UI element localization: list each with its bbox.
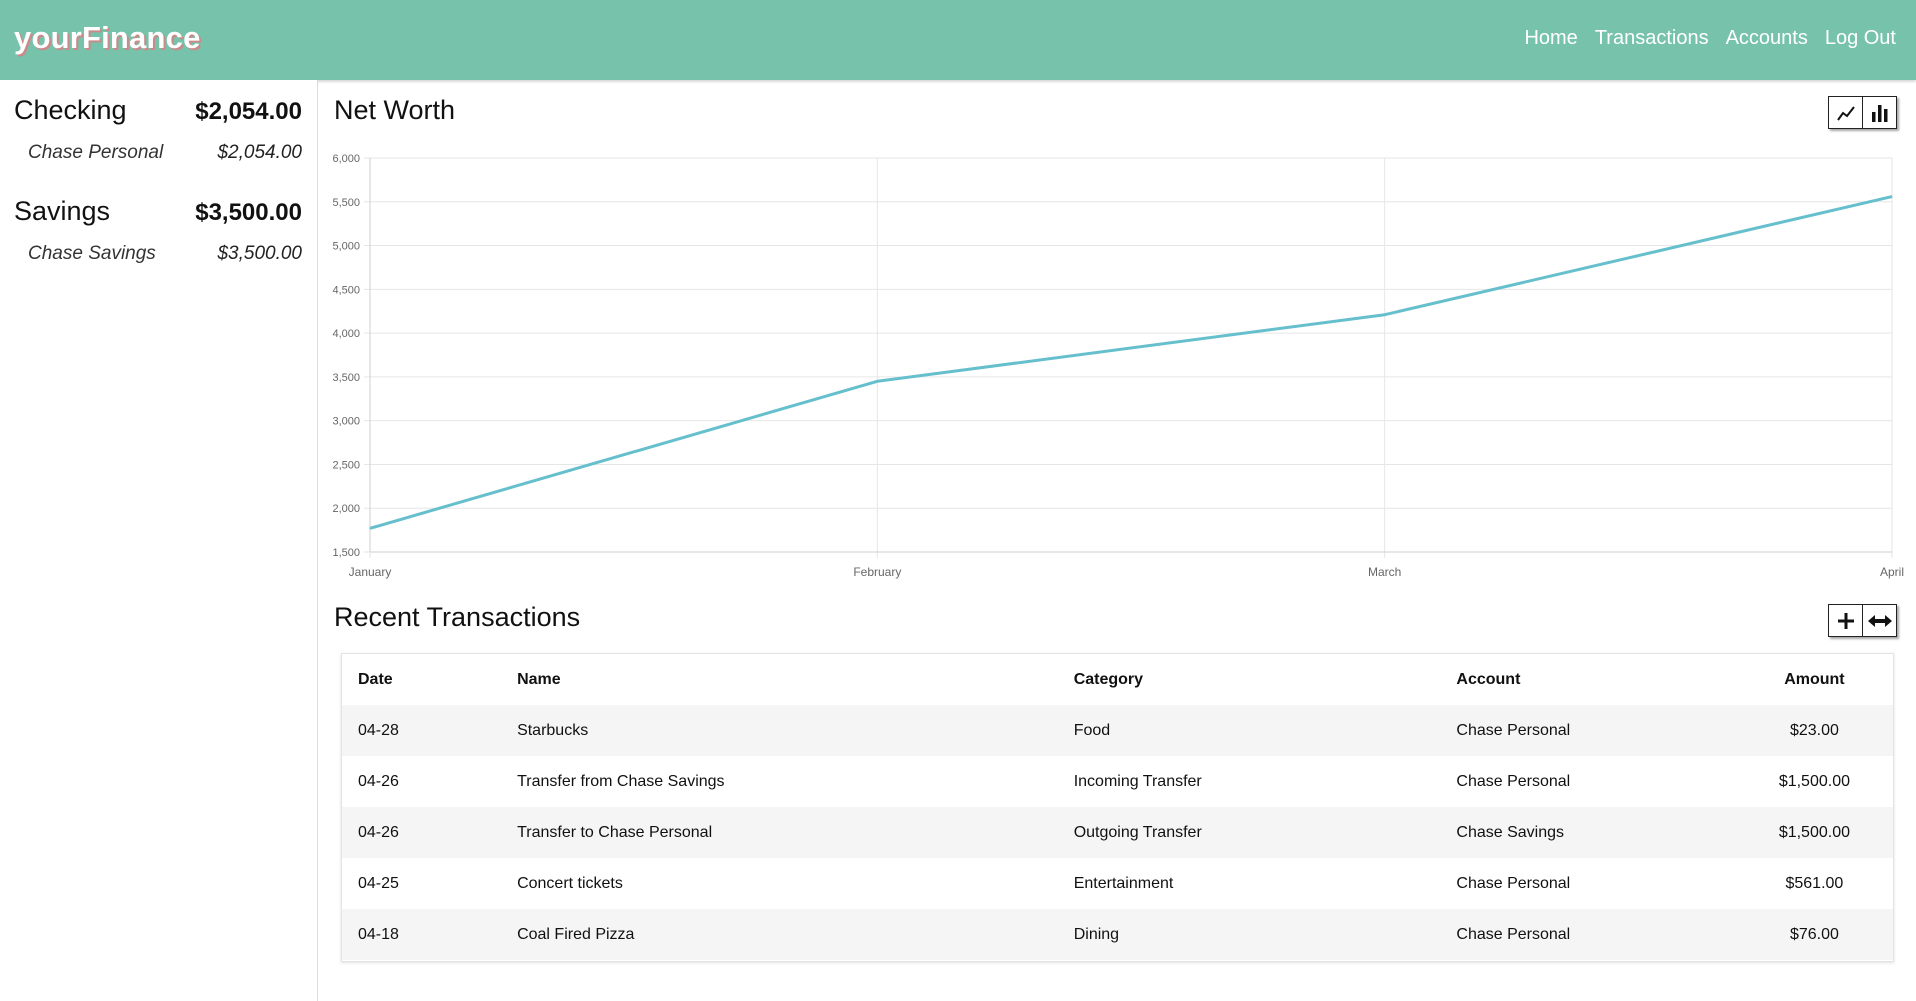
cell-category: Outgoing Transfer (1073, 823, 1202, 841)
cell-name: Coal Fired Pizza (517, 925, 635, 943)
transfer-button[interactable] (1862, 605, 1896, 636)
cell-category: Dining (1073, 925, 1120, 943)
y-tick-label: 2,500 (332, 459, 360, 471)
column-header-account[interactable]: Account (1456, 654, 1735, 705)
cell-account: Chase Personal (1456, 772, 1571, 790)
column-header-name[interactable]: Name (517, 654, 1074, 705)
recent-transactions-table: Date Name Category Account Amount 04-28 … (341, 653, 1894, 962)
cell-category: Food (1073, 721, 1111, 739)
account-type-label: Checking (14, 95, 127, 125)
column-header-category[interactable]: Category (1074, 654, 1457, 705)
y-tick-label: 3,000 (332, 416, 360, 428)
account-balance: $2,054.00 (217, 142, 302, 163)
transfer-icon (1867, 614, 1892, 627)
account-balance: $3,500.00 (217, 243, 302, 264)
y-tick-label: 2,000 (332, 503, 360, 515)
table-row[interactable]: 04-26 Transfer to Chase Personal Outgoin… (342, 807, 1893, 858)
cell-name: Transfer to Chase Personal (517, 823, 713, 841)
cell-account: Chase Personal (1456, 874, 1571, 892)
main-content: Net Worth 1,500 2,000 2,500 3,000 3,500 4,000… (318, 80, 1916, 1001)
account-type-total: $2,054.00 (195, 98, 302, 125)
cell-account: Chase Savings (1456, 823, 1565, 841)
account-group-savings: Savings $3,500.00 Chase Savings $3,500.0… (0, 181, 317, 282)
account-type-label: Savings (14, 196, 111, 226)
transaction-actions (1828, 604, 1897, 637)
cell-amount: $561.00 (1785, 874, 1844, 892)
cell-amount: $76.00 (1789, 925, 1839, 943)
table-row[interactable]: 04-18 Coal Fired Pizza Dining Chase Pers… (342, 909, 1893, 960)
y-tick-label: 1,500 (332, 547, 360, 559)
accounts-sidebar: Checking $2,054.00 Chase Personal $2,054… (0, 80, 318, 1001)
cell-date: 04-26 (358, 772, 399, 790)
cell-category: Incoming Transfer (1073, 772, 1202, 790)
y-tick-label: 5,500 (332, 197, 360, 209)
cell-date: 04-25 (358, 874, 399, 892)
account-name[interactable]: Chase Savings (28, 243, 156, 265)
table-row[interactable]: 04-28 Starbucks Food Chase Personal $23.… (342, 705, 1893, 756)
table-header-row: Date Name Category Account Amount (342, 654, 1893, 705)
brand-logo[interactable]: yourFinance (14, 20, 201, 56)
cell-name: Concert tickets (517, 874, 623, 892)
y-tick-label: 4,500 (332, 284, 360, 296)
account-name[interactable]: Chase Personal (28, 142, 163, 164)
cell-name: Transfer from Chase Savings (517, 772, 725, 790)
x-tick-label: January (349, 565, 392, 579)
cell-name: Starbucks (517, 721, 589, 739)
recent-transactions-title: Recent Transactions (334, 602, 581, 632)
y-tick-label: 3,500 (332, 372, 360, 384)
cell-amount: $23.00 (1789, 721, 1839, 739)
y-tick-label: 6,000 (332, 153, 360, 165)
data-point (1384, 314, 1386, 316)
plus-icon (1837, 612, 1854, 629)
y-tick-label: 5,000 (332, 241, 360, 253)
data-point (1891, 196, 1893, 198)
chart-type-toggle (1828, 96, 1897, 129)
cell-amount: $1,500.00 (1778, 823, 1850, 841)
cell-date: 04-28 (358, 721, 399, 739)
cell-account: Chase Personal (1456, 925, 1571, 943)
add-transaction-button[interactable] (1829, 605, 1862, 636)
nav-accounts[interactable]: Accounts (1726, 27, 1808, 50)
data-point (369, 527, 371, 529)
nav-logout[interactable]: Log Out (1825, 27, 1896, 50)
bar-chart-icon (1871, 104, 1887, 122)
cell-category: Entertainment (1073, 874, 1174, 892)
net-worth-chart-svg: 1,500 2,000 2,500 3,000 3,500 4,000 4,500 5,000… (332, 153, 1904, 579)
net-worth-chart: 1,500 2,000 2,500 3,000 3,500 4,000 4,500 5,000… (318, 145, 1916, 665)
net-worth-title: Net Worth (334, 95, 456, 125)
account-group-checking: Checking $2,054.00 Chase Personal $2,054… (0, 80, 317, 181)
y-tick-label: 4,000 (332, 328, 360, 340)
data-point (876, 380, 878, 382)
top-bar: yourFinance Home Transactions Accounts L… (0, 0, 1916, 80)
line-chart-icon (1836, 105, 1855, 121)
cell-account: Chase Personal (1456, 721, 1571, 739)
column-header-date[interactable]: Date (342, 654, 517, 705)
transactions-table: Date Name Category Account Amount 04-28 … (342, 654, 1893, 960)
cell-amount: $1,500.00 (1778, 772, 1850, 790)
x-tick-label: March (1368, 565, 1401, 579)
x-tick-label: February (853, 565, 901, 579)
table-row[interactable]: 04-25 Concert tickets Entertainment Chas… (342, 858, 1893, 909)
x-tick-label: April (1880, 565, 1904, 579)
table-row[interactable]: 04-26 Transfer from Chase Savings Incomi… (342, 756, 1893, 807)
cell-date: 04-18 (358, 925, 399, 943)
nav-home[interactable]: Home (1524, 27, 1577, 50)
nav-transactions[interactable]: Transactions (1595, 27, 1709, 50)
net-worth-series-line (369, 195, 1893, 530)
account-type-total: $3,500.00 (195, 199, 302, 226)
column-header-amount[interactable]: Amount (1736, 654, 1893, 705)
main-nav: Home Transactions Accounts Log Out (1524, 27, 1896, 50)
bar-chart-button[interactable] (1862, 97, 1896, 128)
cell-date: 04-26 (358, 823, 399, 841)
line-chart-button[interactable] (1829, 97, 1862, 128)
